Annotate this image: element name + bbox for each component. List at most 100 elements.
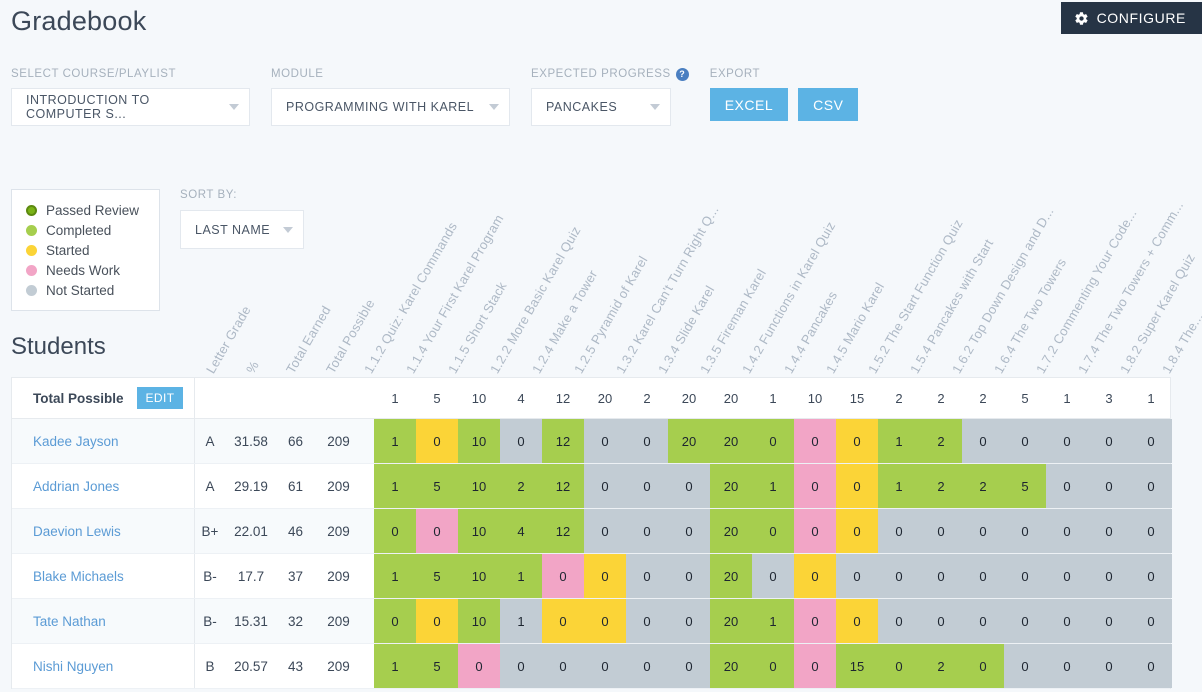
assignment-score-cell[interactable]: 0 bbox=[878, 644, 920, 688]
assignment-score-cell[interactable]: 0 bbox=[920, 509, 962, 553]
assignment-score-cell[interactable]: 0 bbox=[416, 599, 458, 643]
assignment-score-cell[interactable]: 20 bbox=[710, 599, 752, 643]
assignment-score-cell[interactable]: 0 bbox=[542, 599, 584, 643]
assignment-score-cell[interactable]: 0 bbox=[584, 554, 626, 598]
assignment-score-cell[interactable]: 2 bbox=[920, 419, 962, 463]
assignment-score-cell[interactable]: 0 bbox=[1088, 644, 1130, 688]
assignment-score-cell[interactable]: 0 bbox=[1046, 464, 1088, 508]
assignment-score-cell[interactable]: 0 bbox=[668, 644, 710, 688]
assignment-score-cell[interactable]: 0 bbox=[626, 464, 668, 508]
assignment-score-cell[interactable]: 4 bbox=[500, 509, 542, 553]
assignment-score-cell[interactable]: 0 bbox=[962, 509, 1004, 553]
assignment-score-cell[interactable]: 0 bbox=[626, 419, 668, 463]
assignment-score-cell[interactable]: 0 bbox=[668, 464, 710, 508]
assignment-score-cell[interactable]: 20 bbox=[710, 464, 752, 508]
assignment-score-cell[interactable]: 0 bbox=[794, 464, 836, 508]
assignment-score-cell[interactable]: 5 bbox=[416, 644, 458, 688]
assignment-score-cell[interactable]: 0 bbox=[752, 509, 794, 553]
assignment-score-cell[interactable]: 0 bbox=[794, 599, 836, 643]
student-name-link[interactable]: Daevion Lewis bbox=[33, 524, 121, 539]
assignment-score-cell[interactable]: 10 bbox=[458, 599, 500, 643]
assignment-score-cell[interactable]: 1 bbox=[500, 554, 542, 598]
assignment-score-cell[interactable]: 0 bbox=[1004, 644, 1046, 688]
assignment-score-cell[interactable]: 0 bbox=[794, 554, 836, 598]
assignment-score-cell[interactable]: 0 bbox=[878, 599, 920, 643]
assignment-score-cell[interactable]: 1 bbox=[374, 419, 416, 463]
assignment-score-cell[interactable]: 0 bbox=[542, 554, 584, 598]
assignment-score-cell[interactable]: 0 bbox=[1046, 509, 1088, 553]
assignment-score-cell[interactable]: 0 bbox=[962, 554, 1004, 598]
assignment-score-cell[interactable]: 2 bbox=[962, 464, 1004, 508]
assignment-score-cell[interactable]: 2 bbox=[920, 644, 962, 688]
assignment-score-cell[interactable]: 0 bbox=[836, 599, 878, 643]
export-csv-button[interactable]: CSV bbox=[798, 88, 859, 121]
assignment-score-cell[interactable]: 0 bbox=[584, 599, 626, 643]
assignment-score-cell[interactable]: 0 bbox=[1088, 419, 1130, 463]
assignment-score-cell[interactable]: 0 bbox=[416, 509, 458, 553]
assignment-score-cell[interactable]: 0 bbox=[962, 644, 1004, 688]
assignment-score-cell[interactable]: 1 bbox=[374, 554, 416, 598]
assignment-score-cell[interactable]: 0 bbox=[1046, 644, 1088, 688]
assignment-score-cell[interactable]: 10 bbox=[458, 464, 500, 508]
student-name-link[interactable]: Nishi Nguyen bbox=[33, 659, 113, 674]
assignment-score-cell[interactable]: 0 bbox=[374, 509, 416, 553]
assignment-score-cell[interactable]: 0 bbox=[1004, 509, 1046, 553]
sort-by-select[interactable]: LAST NAME bbox=[180, 210, 304, 249]
assignment-score-cell[interactable]: 5 bbox=[416, 554, 458, 598]
assignment-score-cell[interactable]: 0 bbox=[626, 554, 668, 598]
assignment-score-cell[interactable]: 20 bbox=[710, 419, 752, 463]
expected-progress-select[interactable]: PANCAKES bbox=[531, 88, 671, 126]
assignment-score-cell[interactable]: 0 bbox=[1088, 599, 1130, 643]
assignment-score-cell[interactable]: 0 bbox=[584, 464, 626, 508]
assignment-score-cell[interactable]: 0 bbox=[752, 554, 794, 598]
assignment-score-cell[interactable]: 0 bbox=[584, 419, 626, 463]
assignment-score-cell[interactable]: 0 bbox=[458, 644, 500, 688]
assignment-score-cell[interactable]: 5 bbox=[416, 464, 458, 508]
assignment-score-cell[interactable]: 0 bbox=[878, 554, 920, 598]
assignment-score-cell[interactable]: 1 bbox=[374, 644, 416, 688]
assignment-score-cell[interactable]: 20 bbox=[668, 419, 710, 463]
assignment-score-cell[interactable]: 0 bbox=[1130, 419, 1172, 463]
assignment-score-cell[interactable]: 0 bbox=[584, 509, 626, 553]
assignment-score-cell[interactable]: 0 bbox=[1130, 464, 1172, 508]
assignment-score-cell[interactable]: 0 bbox=[626, 509, 668, 553]
assignment-score-cell[interactable]: 1 bbox=[752, 599, 794, 643]
assignment-score-cell[interactable]: 1 bbox=[878, 464, 920, 508]
student-name-link[interactable]: Addrian Jones bbox=[33, 479, 119, 494]
assignment-score-cell[interactable]: 0 bbox=[668, 509, 710, 553]
student-name-link[interactable]: Blake Michaels bbox=[33, 569, 124, 584]
help-icon[interactable]: ? bbox=[675, 67, 689, 81]
assignment-score-cell[interactable]: 0 bbox=[1046, 554, 1088, 598]
course-select[interactable]: INTRODUCTION TO COMPUTER S... bbox=[11, 88, 250, 126]
assignment-score-cell[interactable]: 10 bbox=[458, 419, 500, 463]
assignment-score-cell[interactable]: 0 bbox=[1088, 464, 1130, 508]
student-name-link[interactable]: Kadee Jayson bbox=[33, 434, 119, 449]
assignment-score-cell[interactable]: 2 bbox=[500, 464, 542, 508]
assignment-score-cell[interactable]: 0 bbox=[668, 599, 710, 643]
assignment-score-cell[interactable]: 0 bbox=[500, 644, 542, 688]
assignment-score-cell[interactable]: 0 bbox=[1004, 554, 1046, 598]
assignment-score-cell[interactable]: 0 bbox=[1088, 554, 1130, 598]
assignment-score-cell[interactable]: 0 bbox=[416, 419, 458, 463]
assignment-score-cell[interactable]: 10 bbox=[458, 554, 500, 598]
assignment-score-cell[interactable]: 0 bbox=[962, 419, 1004, 463]
assignment-score-cell[interactable]: 20 bbox=[710, 644, 752, 688]
assignment-score-cell[interactable]: 0 bbox=[626, 599, 668, 643]
assignment-score-cell[interactable]: 1 bbox=[752, 464, 794, 508]
assignment-score-cell[interactable]: 0 bbox=[626, 644, 668, 688]
assignment-score-cell[interactable]: 0 bbox=[836, 554, 878, 598]
assignment-score-cell[interactable]: 1 bbox=[374, 464, 416, 508]
assignment-score-cell[interactable]: 0 bbox=[794, 419, 836, 463]
assignment-score-cell[interactable]: 0 bbox=[1046, 599, 1088, 643]
assignment-score-cell[interactable]: 0 bbox=[752, 419, 794, 463]
assignment-score-cell[interactable]: 2 bbox=[920, 464, 962, 508]
assignment-score-cell[interactable]: 0 bbox=[500, 419, 542, 463]
assignment-score-cell[interactable]: 15 bbox=[836, 644, 878, 688]
assignment-score-cell[interactable]: 0 bbox=[1130, 644, 1172, 688]
student-name-link[interactable]: Tate Nathan bbox=[33, 614, 106, 629]
assignment-score-cell[interactable]: 0 bbox=[794, 644, 836, 688]
assignment-score-cell[interactable]: 0 bbox=[920, 554, 962, 598]
assignment-score-cell[interactable]: 0 bbox=[374, 599, 416, 643]
assignment-score-cell[interactable]: 0 bbox=[1088, 509, 1130, 553]
assignment-score-cell[interactable]: 0 bbox=[542, 644, 584, 688]
